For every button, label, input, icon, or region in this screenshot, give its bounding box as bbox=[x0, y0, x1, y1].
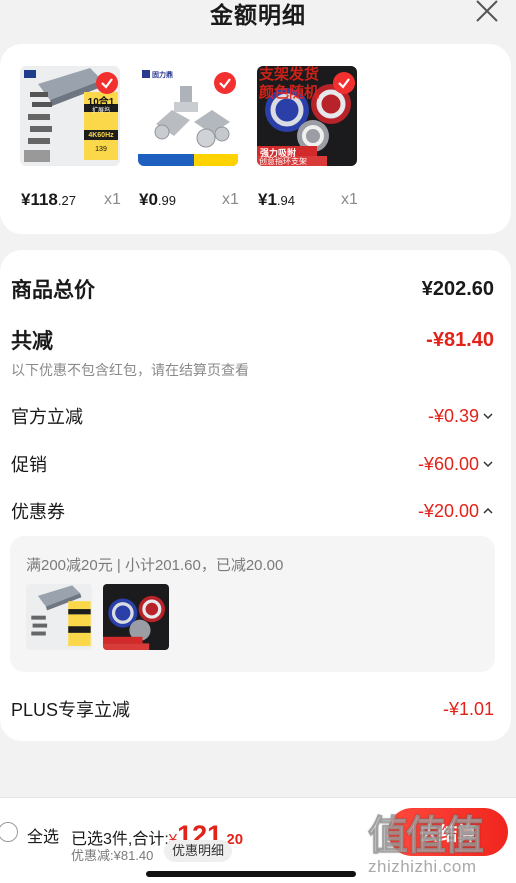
product-price: ¥1.94 bbox=[258, 190, 295, 210]
chevron-down-icon bbox=[483, 413, 493, 420]
chevron-up-icon bbox=[483, 507, 493, 514]
overlay-text: 创意指环支架 bbox=[259, 157, 307, 166]
price-integer: ¥0 bbox=[139, 190, 158, 209]
total-discount-value: -¥81.40 bbox=[426, 328, 494, 351]
plus-discount-row: PLUS专享立减 -¥1.01 bbox=[11, 696, 494, 722]
saved-amount: 优惠减:¥81.40 bbox=[71, 848, 154, 863]
product-item[interactable]: 10合1 扩展坞 4K60Hz 139 ¥118.27 x1 bbox=[20, 66, 121, 209]
product-list-card: 10合1 扩展坞 4K60Hz 139 ¥118.27 x1 固力鼎 ¥0.99… bbox=[0, 44, 511, 234]
coupon-product-thumbnail bbox=[103, 584, 169, 650]
product-quantity: x1 bbox=[222, 191, 239, 208]
coupon-row[interactable]: 优惠券 -¥20.00 bbox=[11, 498, 494, 524]
goods-total-value: ¥202.60 bbox=[421, 277, 494, 300]
thumb-badge-text: 139 bbox=[95, 146, 107, 153]
goods-total-label: 商品总价 bbox=[11, 279, 95, 302]
product-price: ¥0.99 bbox=[139, 190, 176, 210]
price-decimal: .27 bbox=[57, 193, 76, 208]
coupon-product-thumbnail bbox=[26, 584, 92, 650]
overlay-text: 支架发货 bbox=[259, 66, 320, 83]
total-discount-row: 共减 -¥81.40 bbox=[11, 325, 494, 355]
brand-text: 固力鼎 bbox=[152, 72, 173, 79]
product-price: ¥118.27 bbox=[21, 190, 76, 210]
overlay-text: 颜色随机 bbox=[259, 84, 320, 101]
promotion-label: 促销 bbox=[11, 455, 47, 475]
product-item[interactable]: 支架发货 颜色随机 强力吸附 创意指环支架 ¥1.94 x1 bbox=[257, 66, 358, 209]
coupon-detail-panel: 满200减20元 | 小计201.60，已减20.00 bbox=[10, 536, 495, 672]
price-decimal: .99 bbox=[157, 193, 176, 208]
coupon-description: 满200减20元 | 小计201.60，已减20.00 bbox=[26, 557, 284, 574]
price-integer: ¥1 bbox=[258, 190, 277, 209]
sheet-header: 金额明细 bbox=[0, 0, 516, 40]
home-indicator bbox=[146, 871, 356, 877]
product-thumbnail: 固力鼎 bbox=[138, 66, 238, 166]
close-button[interactable] bbox=[472, 0, 502, 26]
plus-discount-label: PLUS专享立减 bbox=[11, 700, 131, 720]
price-detail-card: 商品总价 ¥202.60 共减 -¥81.40 以下优惠不包含红包，请在结算页查… bbox=[0, 250, 511, 741]
official-discount-value: -¥0.39 bbox=[427, 405, 479, 426]
promotion-row[interactable]: 促销 -¥60.00 bbox=[11, 451, 494, 477]
product-thumbnail: 支架发货 颜色随机 强力吸附 创意指环支架 bbox=[257, 66, 357, 166]
selected-check-icon[interactable] bbox=[333, 72, 355, 94]
official-discount-label: 官方立减 bbox=[11, 407, 83, 427]
chevron-down-icon bbox=[483, 461, 493, 468]
thumb-badge-text: 4K60Hz bbox=[88, 132, 114, 139]
sheet-title: 金额明细 bbox=[210, 2, 306, 28]
selected-check-icon[interactable] bbox=[214, 72, 236, 94]
product-thumbnail: 10合1 扩展坞 4K60Hz 139 bbox=[20, 66, 120, 166]
checkout-bar: 全选 已选3件,合计:¥121.20 优惠减:¥81.40 优惠明细 去结算 bbox=[0, 797, 516, 883]
checkout-button[interactable]: 去结算 bbox=[388, 808, 508, 856]
promotion-value: -¥60.00 bbox=[417, 453, 479, 474]
product-quantity: x1 bbox=[104, 191, 121, 208]
product-quantity: x1 bbox=[341, 191, 358, 208]
plus-discount-value: -¥1.01 bbox=[442, 698, 494, 719]
goods-total-row: 商品总价 ¥202.60 bbox=[11, 274, 494, 304]
product-item[interactable]: 固力鼎 ¥0.99 x1 bbox=[138, 66, 239, 209]
official-discount-row[interactable]: 官方立减 -¥0.39 bbox=[11, 403, 494, 429]
thumb-badge-text: 扩展坞 bbox=[91, 108, 110, 114]
price-decimal: .94 bbox=[276, 193, 295, 208]
coupon-value: -¥20.00 bbox=[417, 500, 479, 521]
total-discount-label: 共减 bbox=[11, 330, 53, 353]
close-icon bbox=[476, 0, 498, 22]
select-all-radio[interactable] bbox=[0, 822, 18, 842]
selected-check-icon[interactable] bbox=[96, 72, 118, 94]
select-all-label[interactable]: 全选 bbox=[27, 823, 59, 847]
coupon-label: 优惠券 bbox=[11, 502, 65, 522]
price-integer: ¥118 bbox=[21, 190, 58, 209]
discount-note: 以下优惠不包含红包，请在结算页查看 bbox=[11, 362, 249, 378]
discount-detail-button[interactable]: 优惠明细 bbox=[164, 840, 233, 862]
